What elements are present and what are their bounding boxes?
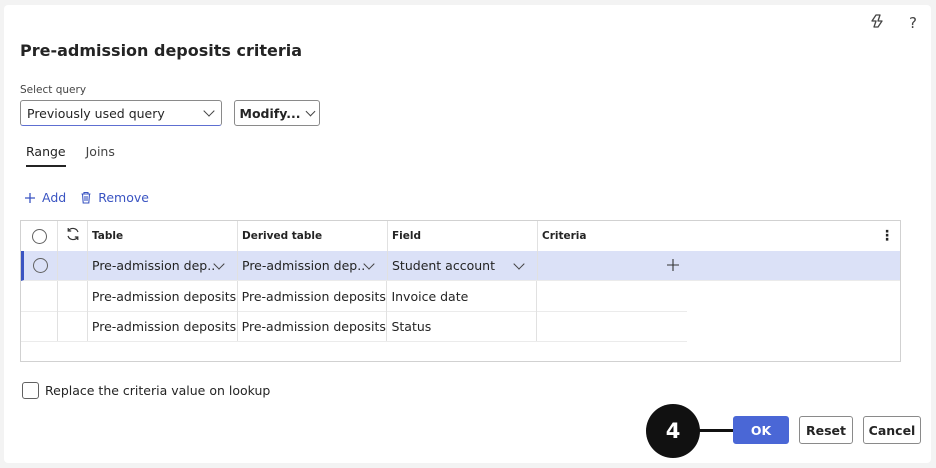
chevron-down-icon: [203, 105, 215, 117]
row-select-radio[interactable]: [33, 258, 48, 273]
table-row[interactable]: Pre-admission deposits Pre-admission dep…: [21, 311, 687, 342]
row-spacer-cell: [58, 281, 88, 311]
crosshair-cursor-icon: [666, 257, 680, 276]
modify-button[interactable]: Modify...: [234, 100, 320, 126]
row-spacer-cell: [58, 311, 88, 341]
help-icon[interactable]: ?: [909, 14, 917, 32]
row-select-cell[interactable]: [21, 281, 58, 311]
table-row[interactable]: Pre-admission dep... Pre-admission dep..…: [21, 251, 900, 281]
row-select-cell: [24, 251, 58, 280]
reset-button[interactable]: Reset: [799, 416, 853, 444]
row-spacer-cell: [58, 251, 88, 280]
select-all-radio[interactable]: [31, 228, 47, 244]
field-cell[interactable]: Student account: [388, 251, 538, 280]
chevron-down-icon: [513, 257, 525, 270]
add-button-label: Add: [42, 190, 67, 205]
table-cell[interactable]: Pre-admission dep...: [88, 251, 238, 280]
add-button[interactable]: Add: [24, 190, 66, 205]
table-row[interactable]: Pre-admission deposits Pre-admission dep…: [21, 281, 687, 312]
select-all-cell: [21, 221, 58, 251]
more-vertical-icon[interactable]: ⋮: [880, 228, 894, 244]
derived-table-cell[interactable]: Pre-admission deposits: [238, 281, 388, 311]
derived-table-cell[interactable]: Pre-admission deposits: [238, 311, 388, 341]
remove-button-label: Remove: [98, 190, 149, 205]
cancel-button[interactable]: Cancel: [863, 416, 921, 444]
row-select-cell[interactable]: [21, 311, 58, 341]
plus-icon: [25, 192, 35, 203]
column-header-criteria[interactable]: Criteria: [538, 221, 688, 251]
grid-actions: Add Remove: [24, 190, 149, 205]
table-value: Pre-admission dep...: [92, 258, 215, 273]
derived-table-cell[interactable]: Pre-admission dep...: [238, 251, 388, 280]
refresh-icon[interactable]: [65, 226, 81, 246]
refresh-cell: [58, 221, 88, 251]
remove-button[interactable]: Remove: [80, 190, 149, 205]
chevron-down-icon: [213, 257, 225, 270]
dialog-top-icons: ?: [871, 13, 917, 33]
replace-criteria-option: Replace the criteria value on lookup: [22, 382, 270, 399]
tab-bar: Range Joins: [26, 144, 115, 167]
derived-table-value: Pre-admission dep...: [242, 258, 365, 273]
select-query-dropdown[interactable]: Previously used query: [20, 100, 222, 126]
column-header-table[interactable]: Table: [88, 221, 238, 251]
chevron-down-icon: [306, 106, 316, 116]
ok-button[interactable]: OK: [733, 416, 789, 444]
grid-header: Table Derived table Field Criteria ⋮: [21, 221, 900, 252]
modify-button-label: Modify...: [239, 105, 301, 121]
field-cell[interactable]: Invoice date: [387, 281, 538, 311]
criteria-grid: Table Derived table Field Criteria ⋮ Pre…: [20, 220, 901, 362]
dialog-title: Pre-admission deposits criteria: [20, 41, 303, 60]
replace-criteria-label: Replace the criteria value on lookup: [45, 383, 271, 398]
tab-range[interactable]: Range: [26, 144, 66, 167]
table-cell[interactable]: Pre-admission deposits: [88, 281, 238, 311]
criteria-cell[interactable]: [537, 281, 687, 311]
select-query-label: Select query: [20, 84, 87, 96]
derived-table-dropdown[interactable]: Pre-admission dep...: [242, 257, 387, 273]
column-header-derived-table[interactable]: Derived table: [238, 221, 388, 251]
trash-icon: [81, 191, 91, 204]
criteria-cell[interactable]: [537, 311, 687, 341]
field-dropdown[interactable]: Student account: [392, 257, 537, 273]
field-cell[interactable]: Status: [387, 311, 538, 341]
field-value: Student account: [392, 258, 495, 273]
copilot-icon[interactable]: [871, 13, 887, 33]
column-header-field[interactable]: Field: [388, 221, 538, 251]
step-number-badge: 4: [646, 404, 700, 458]
table-cell[interactable]: Pre-admission deposits: [88, 311, 238, 341]
chevron-down-icon: [363, 257, 375, 270]
tab-joins[interactable]: Joins: [86, 144, 115, 167]
step-pointer-line: [699, 429, 733, 432]
table-dropdown[interactable]: Pre-admission dep...: [92, 257, 237, 273]
replace-criteria-checkbox[interactable]: [22, 382, 39, 399]
criteria-dialog: ? Pre-admission deposits criteria Select…: [4, 5, 931, 463]
select-query-value: Previously used query: [27, 105, 165, 121]
more-options-cell: ⋮: [688, 221, 900, 251]
